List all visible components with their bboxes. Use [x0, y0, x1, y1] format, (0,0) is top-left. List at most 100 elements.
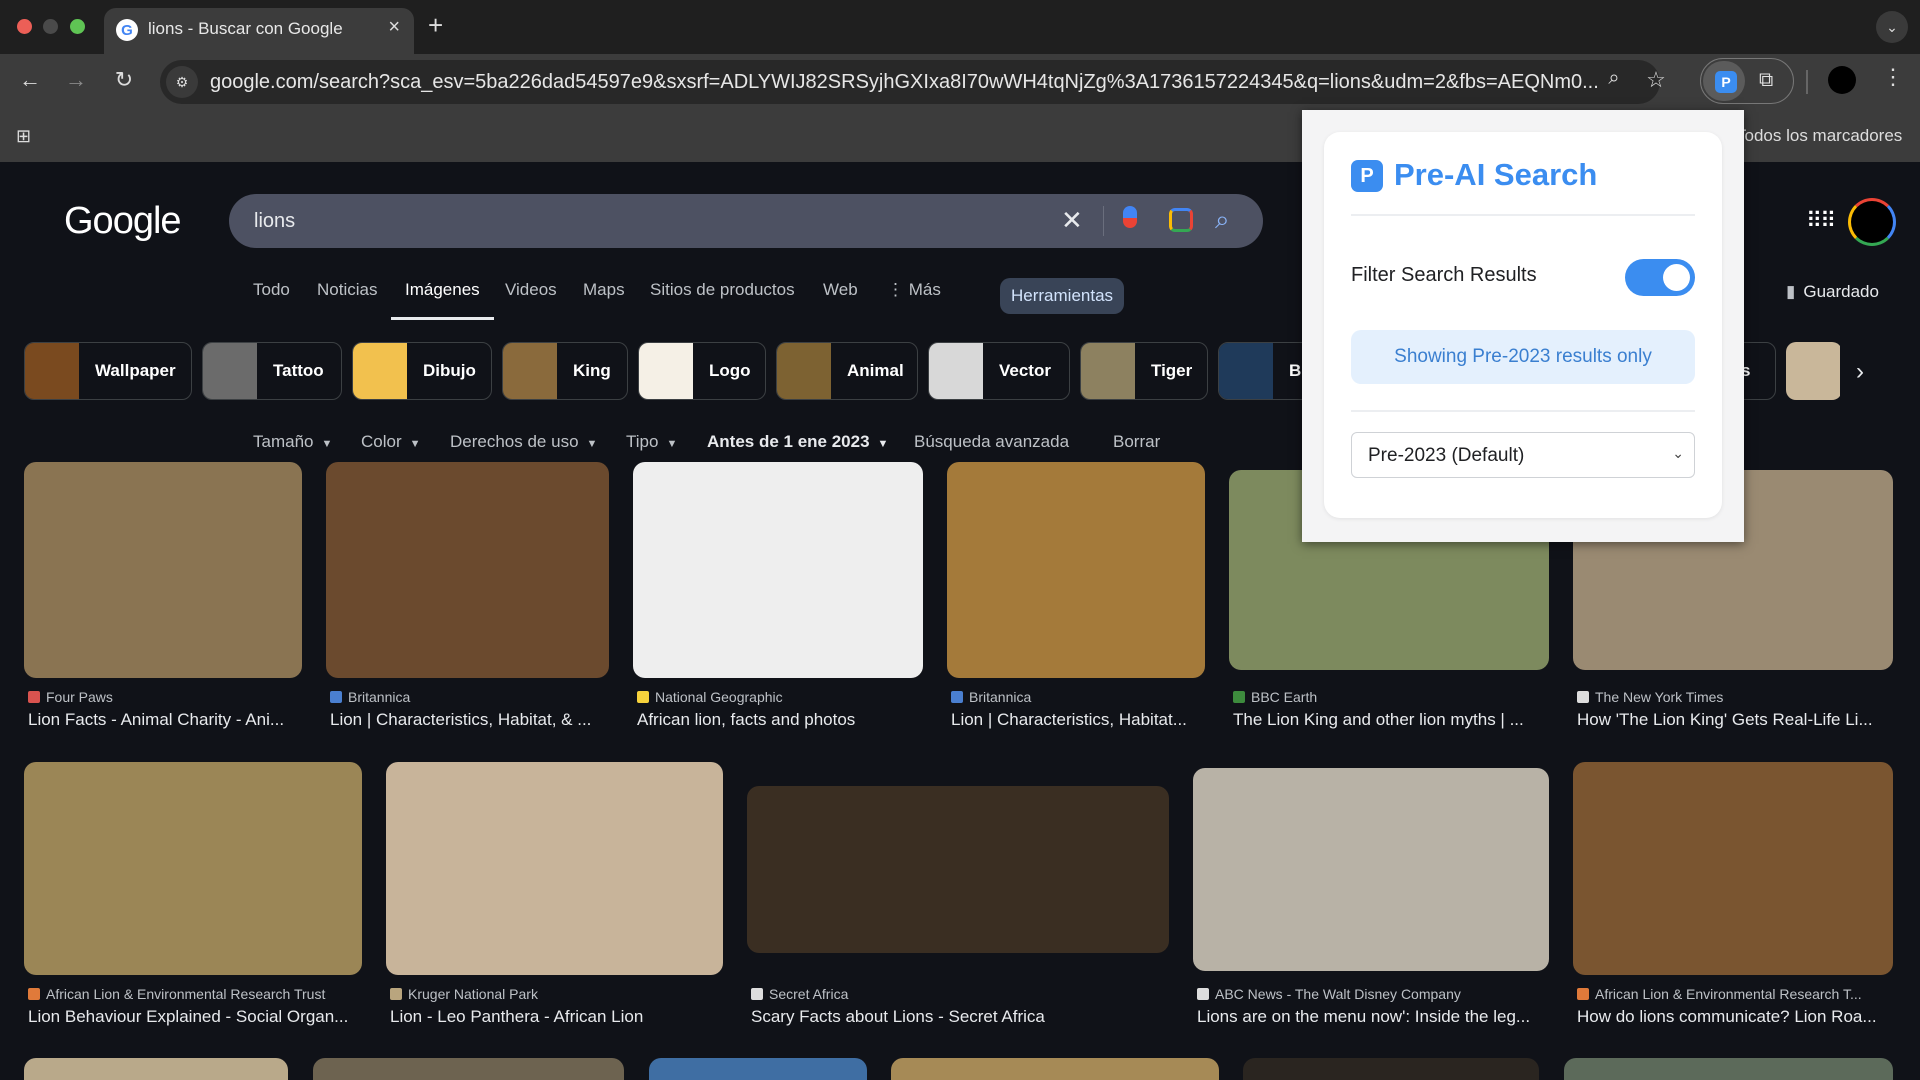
maximize-window-button[interactable]	[70, 19, 85, 34]
chip-tattoo[interactable]: Tattoo	[202, 342, 342, 400]
result-title[interactable]: Lions are on the menu now': Inside the l…	[1197, 1007, 1553, 1027]
chip-partial[interactable]	[1786, 342, 1842, 400]
saved-link[interactable]: ▮ Guardado	[1786, 282, 1879, 302]
result-image[interactable]	[1573, 762, 1893, 975]
result-image-partial[interactable]	[649, 1058, 867, 1080]
result-image[interactable]	[947, 462, 1205, 678]
result-image[interactable]	[24, 462, 302, 678]
chip-animal[interactable]: Animal	[776, 342, 918, 400]
source-name: The New York Times	[1595, 689, 1724, 705]
result-title[interactable]: Lion | Characteristics, Habitat...	[951, 710, 1209, 730]
tab-search-button[interactable]: ⌄	[1876, 11, 1908, 43]
result-image-partial[interactable]	[313, 1058, 624, 1080]
result-image[interactable]	[747, 786, 1169, 953]
result-image[interactable]	[24, 762, 362, 975]
chevron-right-icon[interactable]: ›	[1856, 358, 1864, 386]
clear-filters-link[interactable]: Borrar	[1113, 432, 1160, 452]
voice-search-icon[interactable]	[1123, 206, 1137, 228]
extensions-puzzle-icon[interactable]: ⧉	[1759, 69, 1773, 92]
filter-derechos-de-uso[interactable]: Derechos de uso ▼	[450, 432, 597, 452]
google-account-avatar[interactable]	[1848, 198, 1896, 246]
result-title[interactable]: Lion - Leo Panthera - African Lion	[390, 1007, 727, 1027]
google-lens-icon[interactable]	[1169, 208, 1193, 232]
search-box[interactable]: lions ✕ ⌕	[229, 194, 1263, 248]
result-image[interactable]	[386, 762, 723, 975]
result-image[interactable]	[633, 462, 923, 678]
result-title[interactable]: Lion Behaviour Explained - Social Organ.…	[28, 1007, 366, 1027]
minimize-window-button[interactable]	[43, 19, 58, 34]
result-title[interactable]: African lion, facts and photos	[637, 710, 927, 730]
browser-menu-icon[interactable]: ⋮	[1882, 64, 1904, 90]
site-favicon-icon	[1233, 691, 1245, 703]
result-title[interactable]: The Lion King and other lion myths | ...	[1233, 710, 1553, 730]
close-window-button[interactable]	[17, 19, 32, 34]
result-title[interactable]: Lion | Characteristics, Habitat, & ...	[330, 710, 613, 730]
chip-label: King	[573, 361, 611, 380]
advanced-search-link[interactable]: Búsqueda avanzada	[914, 432, 1069, 452]
source-name: Britannica	[969, 689, 1032, 705]
result-image-partial[interactable]	[1564, 1058, 1893, 1080]
all-bookmarks-link[interactable]: Todos los marcadores	[1736, 126, 1902, 146]
tab-noticias[interactable]: Noticias	[317, 280, 377, 300]
result-image[interactable]	[1193, 768, 1549, 971]
tab-videos[interactable]: Videos	[505, 280, 557, 300]
search-input[interactable]: lions	[254, 210, 295, 233]
tab-web[interactable]: Web	[823, 280, 858, 300]
result-image-partial[interactable]	[891, 1058, 1219, 1080]
result-title[interactable]: How do lions communicate? Lion Roa...	[1577, 1007, 1897, 1027]
chip-king[interactable]: King	[502, 342, 628, 400]
filter-results-toggle[interactable]	[1625, 259, 1695, 296]
back-button[interactable]: ←	[16, 67, 44, 93]
profile-avatar[interactable]	[1828, 66, 1856, 94]
google-apps-icon[interactable]: ⠿⠿	[1806, 208, 1836, 234]
result-title[interactable]: Scary Facts about Lions - Secret Africa	[751, 1007, 1173, 1027]
filter-date[interactable]: Antes de 1 ene 2023 ▼	[707, 432, 888, 452]
search-icon[interactable]: ⌕	[1215, 204, 1230, 236]
url-text[interactable]: google.com/search?sca_esv=5ba226dad54597…	[210, 71, 1750, 94]
tab-sitios-de-productos[interactable]: Sitios de productos	[650, 280, 795, 300]
bookmark-star-icon[interactable]: ☆	[1642, 67, 1670, 93]
tab-close-icon[interactable]: ×	[388, 16, 400, 39]
cutoff-date-select[interactable]: Pre-2023 (Default) ⌄	[1351, 432, 1695, 478]
zoom-icon[interactable]: ⌕	[1600, 67, 1628, 90]
tab-imagenes[interactable]: Imágenes	[391, 280, 494, 320]
chip-thumbnail	[203, 343, 257, 399]
tab-mas[interactable]: ⋮ Más	[887, 280, 941, 300]
result-image-partial[interactable]	[24, 1058, 288, 1080]
filter-color[interactable]: Color ▼	[361, 432, 421, 452]
browser-tab-active[interactable]: G lions - Buscar con Google ×	[104, 8, 414, 54]
site-settings-icon[interactable]: ⚙	[166, 66, 198, 98]
apps-grid-icon[interactable]: ⊞	[16, 126, 31, 147]
filter-tamano[interactable]: Tamaño ▼	[253, 432, 332, 452]
chip-label: Logo	[709, 361, 751, 380]
chip-vector[interactable]: Vector	[928, 342, 1070, 400]
clear-search-icon[interactable]: ✕	[1061, 205, 1083, 236]
address-bar[interactable]: ⚙ google.com/search?sca_esv=5ba226dad545…	[160, 60, 1660, 104]
site-favicon-icon	[390, 988, 402, 1000]
tab-maps[interactable]: Maps	[583, 280, 625, 300]
chip-wallpaper[interactable]: Wallpaper	[24, 342, 192, 400]
reload-button[interactable]: ↻	[110, 67, 138, 93]
tab-todo[interactable]: Todo	[253, 280, 290, 300]
select-value: Pre-2023 (Default)	[1368, 445, 1525, 466]
google-logo[interactable]: Google	[64, 200, 182, 243]
result-image[interactable]	[326, 462, 609, 678]
result-title[interactable]: Lion Facts - Animal Charity - Ani...	[28, 710, 306, 730]
result-image-partial[interactable]	[1243, 1058, 1539, 1080]
search-divider	[1103, 206, 1104, 236]
tools-button[interactable]: Herramientas	[1000, 278, 1125, 314]
new-tab-button[interactable]: +	[428, 10, 443, 41]
result-title[interactable]: How 'The Lion King' Gets Real-Life Li...	[1577, 710, 1897, 730]
chip-thumbnail	[639, 343, 693, 399]
pre-ai-search-panel: P Pre-AI Search Filter Search Results Sh…	[1324, 132, 1722, 518]
pre-ai-search-extension-button[interactable]: P	[1703, 61, 1745, 101]
source-name: African Lion & Environmental Research Tr…	[46, 986, 326, 1002]
chip-logo[interactable]: Logo	[638, 342, 766, 400]
chip-tiger[interactable]: Tiger	[1080, 342, 1208, 400]
filter-tipo[interactable]: Tipo ▼	[626, 432, 677, 452]
bookmark-icon: ▮	[1786, 282, 1796, 301]
result-source: Britannica	[951, 689, 1031, 705]
forward-button[interactable]: →	[62, 67, 90, 93]
chip-dibujo[interactable]: Dibujo	[352, 342, 492, 400]
chip-label: Wallpaper	[95, 361, 176, 380]
